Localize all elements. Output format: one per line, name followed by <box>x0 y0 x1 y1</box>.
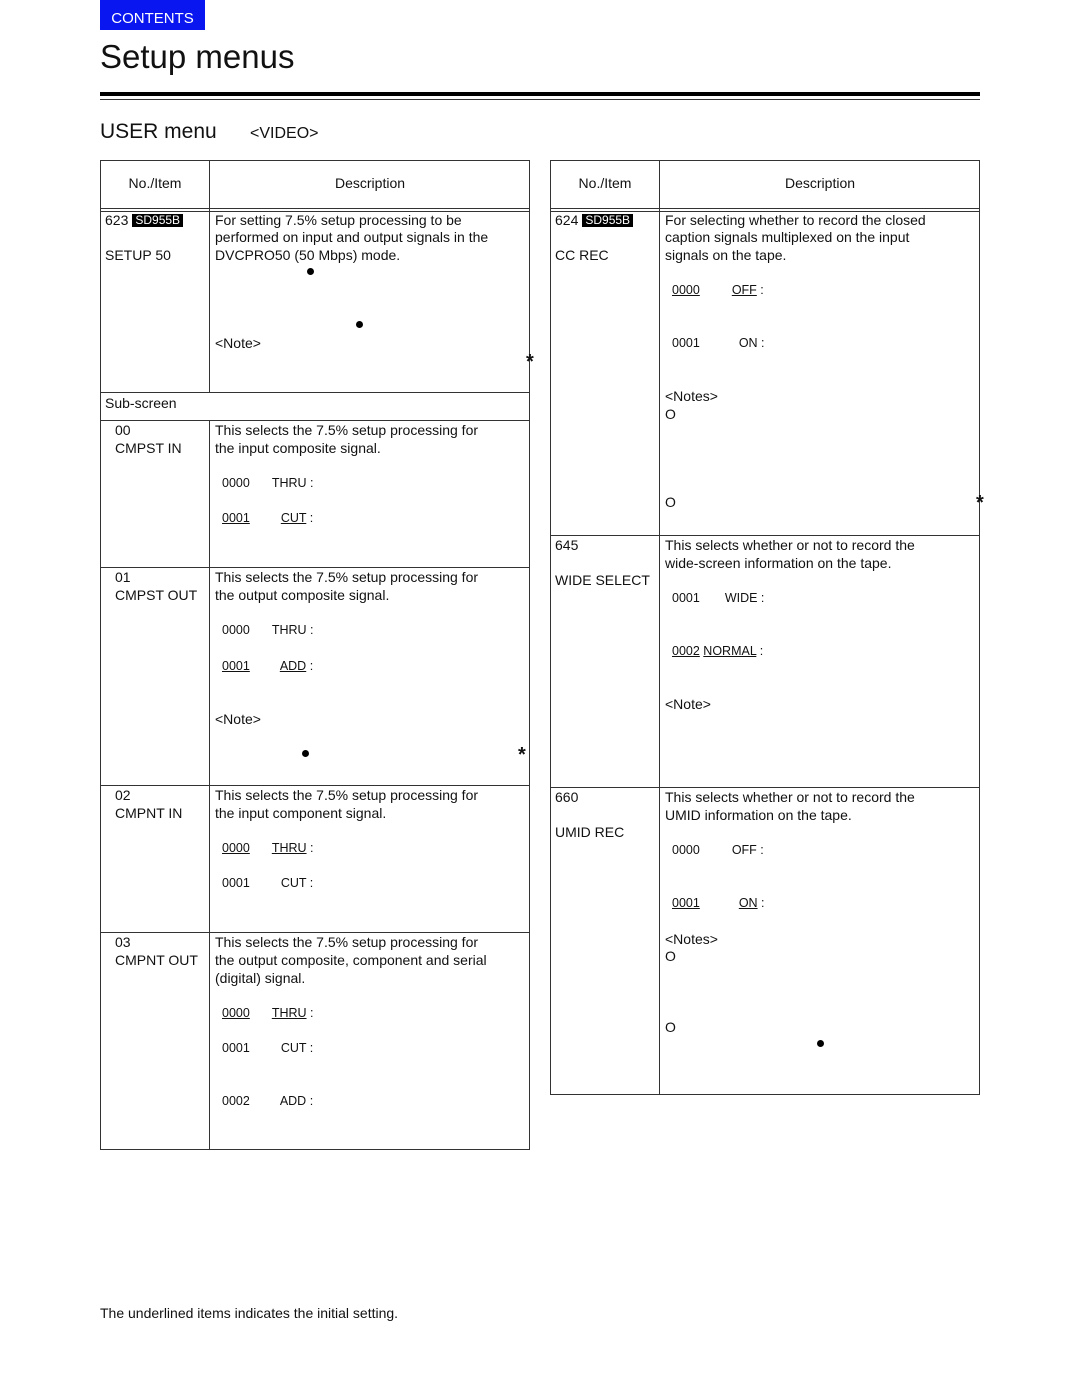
option-row: 0000 THRU : <box>222 841 314 855</box>
note-label: <Note> <box>215 335 261 351</box>
description-line: the input composite signal. <box>215 440 381 456</box>
description-line: (digital) signal. <box>215 970 306 986</box>
description-line: This selects whether or not to record th… <box>665 789 915 805</box>
item-number: 660 <box>555 789 579 805</box>
bullet-dot-icon <box>356 321 363 328</box>
right-header-description: Description <box>784 175 856 191</box>
description-line: This selects the 7.5% setup processing f… <box>215 422 479 438</box>
description-line: For selecting whether to record the clos… <box>665 212 926 228</box>
column-divider <box>659 160 660 1095</box>
note-bullet-icon: O <box>665 1019 676 1035</box>
description-line: performed on input and output signals in… <box>215 229 489 245</box>
item-number: 03 <box>115 934 131 950</box>
left-header-description: Description <box>334 175 406 191</box>
note-bullet-icon: O <box>665 494 676 510</box>
subscreen-label: Sub-screen <box>105 395 177 411</box>
item-name: SETUP 50 <box>105 247 171 263</box>
option-row: 0001 CUT : <box>222 876 314 890</box>
row-divider <box>100 932 530 933</box>
item-number: 00 <box>115 422 131 438</box>
description-line: This selects the 7.5% setup processing f… <box>215 934 479 950</box>
option-row: 0001 ADD : <box>222 659 314 673</box>
title-rule-thin <box>100 99 980 100</box>
right-table-border <box>550 160 980 1095</box>
item-name: WIDE SELECT <box>555 572 650 588</box>
note-bullet-icon: O <box>665 406 676 422</box>
row-divider <box>100 392 530 393</box>
option-row: 0001 ON : <box>672 896 765 910</box>
asterisk-icon: * <box>526 351 534 373</box>
option-row: 0001 WIDE : <box>672 591 765 605</box>
option-row: 0001 ON : <box>672 336 765 350</box>
note-label: <Notes> <box>665 931 718 947</box>
item-name: CC REC <box>555 247 609 263</box>
row-divider <box>100 567 530 568</box>
option-row: 0001 CUT : <box>222 1041 314 1055</box>
description-line: UMID information on the tape. <box>665 807 852 823</box>
item-name: CMPNT IN <box>115 805 183 821</box>
description-line: signals on the tape. <box>665 247 787 263</box>
item-number: 02 <box>115 787 131 803</box>
asterisk-icon: * <box>976 492 984 514</box>
description-line: caption signals multiplexed on the input <box>665 229 910 245</box>
item-name: CMPNT OUT <box>115 952 198 968</box>
title-rule-thick <box>100 92 980 96</box>
description-line: This selects the 7.5% setup processing f… <box>215 569 479 585</box>
note-label: <Note> <box>665 696 711 712</box>
description-line: This selects whether or not to record th… <box>665 537 915 553</box>
option-row: 0001 CUT : <box>222 511 314 525</box>
row-divider <box>550 787 980 788</box>
left-table-border <box>100 160 530 1150</box>
note-label: <Notes> <box>665 388 718 404</box>
item-name: CMPST IN <box>115 440 182 456</box>
description-line: This selects the 7.5% setup processing f… <box>215 787 479 803</box>
section-subtitle: <VIDEO> <box>250 125 319 142</box>
item-name: CMPST OUT <box>115 587 198 603</box>
right-header-item: No./Item <box>578 175 632 191</box>
row-divider <box>100 785 530 786</box>
left-header-item: No./Item <box>128 175 182 191</box>
note-label: <Note> <box>215 711 261 727</box>
bullet-dot-icon <box>307 268 314 275</box>
description-line: the output composite, component and seri… <box>215 952 487 968</box>
option-row: 0002 ADD : <box>222 1094 314 1108</box>
item-name: UMID REC <box>555 824 625 840</box>
description-line: the output composite signal. <box>215 587 390 603</box>
asterisk-icon: * <box>518 744 526 766</box>
row-divider <box>100 420 530 421</box>
bullet-dot-icon <box>302 750 309 757</box>
option-row: 0000 THRU : <box>222 623 314 637</box>
model-badge: SD955B <box>582 214 634 227</box>
option-row: 0002 NORMAL : <box>672 644 764 658</box>
description-line: For setting 7.5% setup processing to be <box>215 212 462 228</box>
option-row: 0000 OFF : <box>672 283 764 297</box>
option-row: 0000 THRU : <box>222 476 314 490</box>
page-title: Setup menus <box>100 38 295 75</box>
footer-note: The underlined items indicates the initi… <box>100 1305 399 1321</box>
bullet-dot-icon <box>817 1040 824 1047</box>
item-number: 623 SD955B <box>105 212 184 230</box>
item-number: 01 <box>115 569 131 585</box>
contents-button[interactable]: CONTENTS <box>100 0 205 30</box>
description-line: the input component signal. <box>215 805 387 821</box>
option-row: 0000 THRU : <box>222 1006 314 1020</box>
description-line: DVCPRO50 (50 Mbps) mode. <box>215 247 401 263</box>
item-number: 645 <box>555 537 579 553</box>
note-bullet-icon: O <box>665 948 676 964</box>
column-divider <box>209 160 210 392</box>
description-line: wide-screen information on the tape. <box>665 555 892 571</box>
section-title: USER menu <box>100 120 217 143</box>
option-row: 0000 OFF : <box>672 843 764 857</box>
item-number: 624 SD955B <box>555 212 634 230</box>
model-badge: SD955B <box>132 214 184 227</box>
row-divider <box>550 535 980 536</box>
